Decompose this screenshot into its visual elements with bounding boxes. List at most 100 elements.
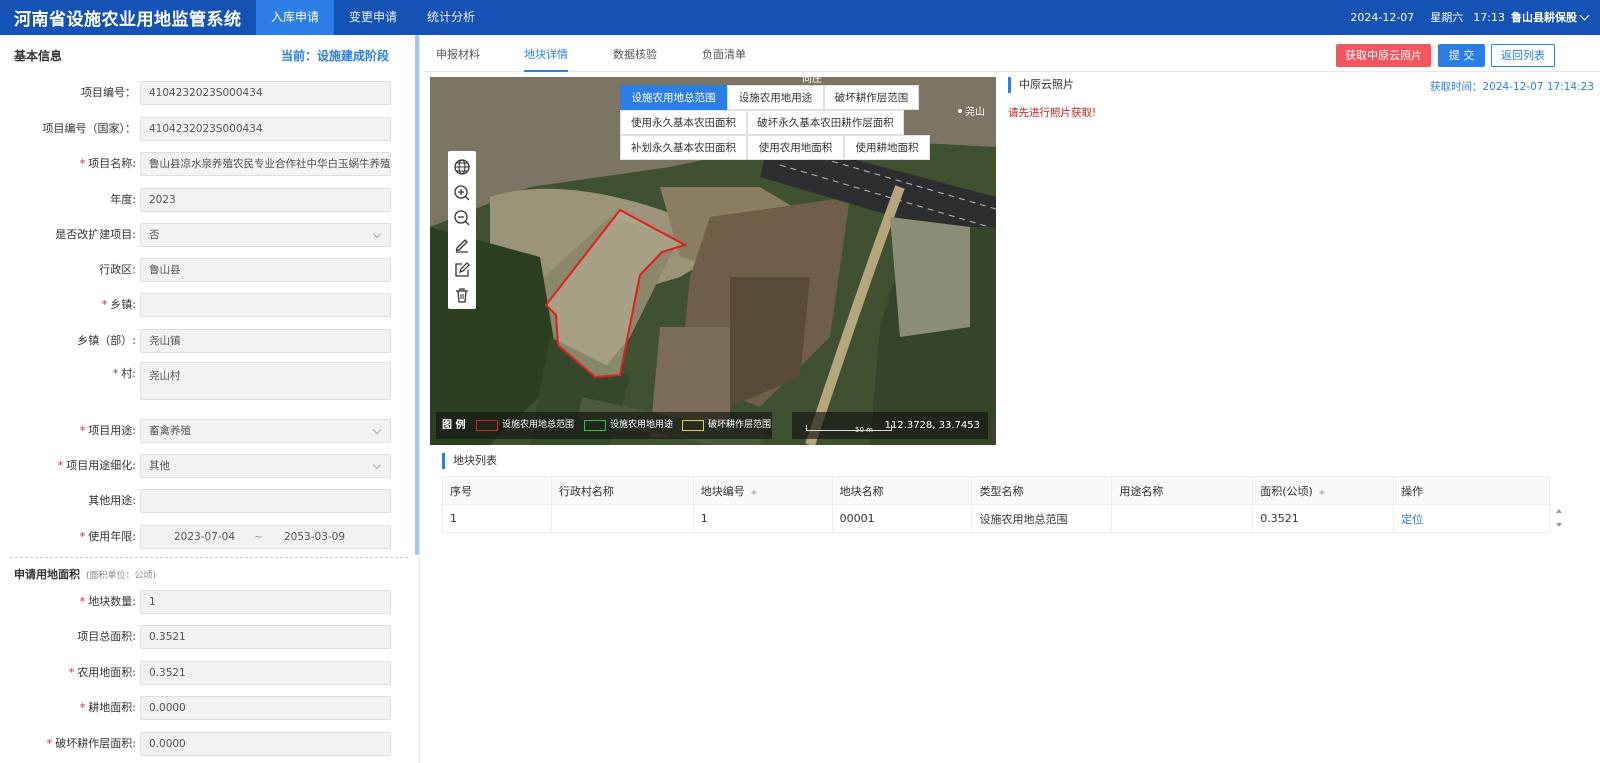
sort-icon[interactable] (750, 487, 757, 496)
layer-perm-farmland[interactable]: 使用永久基本农田面积 (620, 110, 747, 135)
parcel-count-input[interactable]: 1 (140, 590, 391, 614)
field-label: 年度: (110, 193, 136, 206)
zoom-in-icon[interactable] (452, 183, 472, 203)
edit-icon[interactable] (452, 260, 472, 280)
header-status: 2024-12-07 星期六 17:13 鲁山县耕保股 (1350, 0, 1590, 35)
total-area-input[interactable]: 0.3521 (140, 625, 391, 649)
tab-negative-list[interactable]: 负面清单 (702, 35, 746, 72)
legend-swatch-total (476, 420, 498, 431)
map-toolbar (448, 151, 476, 309)
year-input[interactable]: 2023 (140, 188, 391, 212)
legend-title: 图 例 (442, 420, 466, 431)
layer-use[interactable]: 设施农用地用途 (727, 85, 824, 110)
legend-label-total: 设施农用地总范围 (502, 420, 575, 430)
field-parcel-count: * 地块数量: 1 (0, 590, 419, 614)
damaged-area-input[interactable]: 0.0000 (140, 732, 391, 756)
layer-cultivated-area[interactable]: 使用耕地面积 (844, 135, 930, 160)
locate-link[interactable]: 定位 (1401, 513, 1423, 526)
globe-icon[interactable] (452, 157, 472, 177)
parcel-table: 序号 行政村名称 地块编号 地块名称 类型名称 用途名称 面积(公顷) 操作 1… (442, 476, 1550, 533)
field-total-area: 项目总面积: 0.3521 (0, 625, 419, 649)
table-scrollbar[interactable] (1554, 504, 1564, 532)
layer-damaged-range[interactable]: 破坏耕作层范围 (824, 85, 919, 110)
org-name: 鲁山县耕保股 (1511, 11, 1577, 24)
header-time: 17:13 (1473, 11, 1505, 24)
nav-tab-intake[interactable]: 入库申请 (256, 0, 335, 35)
col-header: 操作 (1393, 476, 1550, 505)
cell-code: 1 (693, 504, 833, 533)
trash-icon[interactable] (452, 285, 472, 305)
tab-parcel-detail[interactable]: 地块详情 (524, 35, 568, 72)
area-unit: (面积单位：公顷) (86, 571, 157, 581)
field-label: * 使用年限: (79, 530, 136, 543)
cell-name: 00001 (832, 504, 973, 533)
table-row: 1 1 00001 设施农用地总范围 0.3521 定位 (442, 504, 1550, 533)
fetch-photo-button[interactable]: 获取中原云照片 (1336, 44, 1431, 67)
field-purpose-detail: * 项目用途细化: 其他 (0, 454, 419, 478)
col-header-sortable[interactable]: 地块编号 (693, 476, 833, 505)
field-label: 项目总面积: (77, 630, 136, 643)
tab-materials[interactable]: 申报材料 (436, 35, 480, 72)
header-weekday: 星期六 (1430, 11, 1464, 24)
field-town-dept: 乡镇（部）: 尧山镇 (0, 329, 419, 353)
legend-label-use: 设施农用地用途 (610, 420, 674, 430)
tab-data-check[interactable]: 数据核验 (613, 35, 657, 72)
layer-perm-damaged[interactable]: 破坏永久基本农田耕作层面积 (747, 110, 904, 135)
content-tabs: 申报材料 地块详情 数据核验 负面清单 获取中原云照片 提 交 返回列表 (424, 35, 1600, 72)
field-label: * 乡镇: (101, 298, 136, 311)
field-damaged-area: * 破坏耕作层面积: 0.0000 (0, 732, 419, 756)
table-header-row: 序号 行政村名称 地块编号 地块名称 类型名称 用途名称 面积(公顷) 操作 (442, 476, 1550, 505)
agri-area-input[interactable]: 0.3521 (140, 661, 391, 685)
col-header: 行政村名称 (551, 476, 694, 505)
back-to-list-button[interactable]: 返回列表 (1491, 44, 1555, 67)
field-year: 年度: 2023 (0, 188, 419, 212)
town-input[interactable] (140, 293, 391, 317)
project-name-input[interactable]: 鲁山县凉水泉养殖农民专业合作社中华白玉蜗牛养殖 (140, 152, 391, 176)
field-national-no: 项目编号（国家）： 4104232023S000434 (0, 117, 419, 141)
map-legend: 图 例 设施农用地总范围 设施农用地用途 破坏耕作层范围 (436, 412, 772, 439)
sort-icon[interactable] (1318, 487, 1325, 496)
field-label: * 项目名称: (79, 157, 136, 170)
satellite-map[interactable]: 向庄 尧山 设施农用地总范围 设施农用地用途 破坏耕作层范围 使用永久基本农田面… (430, 77, 996, 445)
area-section-title: 申请用地面积 (面积单位：公顷) (14, 568, 157, 581)
nav-tab-stats[interactable]: 统计分析 (412, 0, 490, 35)
app-title: 河南省设施农业用地监管系统 (14, 10, 242, 30)
project-no-input[interactable]: 4104232023S000434 (140, 81, 391, 105)
cell-no: 1 (442, 504, 552, 533)
detail-panel: 申报材料 地块详情 数据核验 负面清单 获取中原云照片 提 交 返回列表 向庄 … (424, 35, 1600, 763)
district-input[interactable]: 鲁山县 (140, 258, 391, 282)
chevron-down-icon (1579, 10, 1590, 21)
pencil-icon[interactable] (452, 234, 472, 254)
basic-info-header: 基本信息 当前：设施建成阶段 (0, 35, 419, 77)
layer-agri-area[interactable]: 使用农用地面积 (747, 135, 844, 160)
photo-warning: 请先进行照片获取! (1008, 107, 1097, 119)
term-range-picker[interactable]: 2023-07-04 ~ 2053-03-09 (140, 525, 391, 549)
expansion-select[interactable]: 否 (140, 223, 391, 247)
other-use-input[interactable] (140, 489, 391, 513)
purpose-detail-select[interactable]: 其他 (140, 454, 391, 478)
col-header: 类型名称 (971, 476, 1113, 505)
top-bar: 河南省设施农业用地监管系统 入库申请 变更申请 统计分析 2024-12-07 … (0, 0, 1600, 35)
user-menu[interactable]: 鲁山县耕保股 (1511, 0, 1590, 35)
term-start: 2023-07-04 (174, 531, 236, 543)
legend-swatch-use (584, 420, 606, 431)
zoom-out-icon[interactable] (452, 208, 472, 228)
col-header: 用途名称 (1111, 476, 1254, 505)
cultivated-area-input[interactable]: 0.0000 (140, 696, 391, 720)
national-no-input[interactable]: 4104232023S000434 (140, 117, 391, 141)
field-village: * 村: 尧山村 (0, 362, 419, 400)
col-header-sortable[interactable]: 面积(公顷) (1252, 476, 1395, 505)
town-dept-input[interactable]: 尧山镇 (140, 329, 391, 353)
field-label: * 村: (112, 367, 136, 380)
field-project-name: * 项目名称: 鲁山县凉水泉养殖农民专业合作社中华白玉蜗牛养殖 (0, 152, 419, 176)
map-place-label: 向庄 (802, 77, 822, 85)
cell-use (1111, 504, 1254, 533)
layer-perm-supplement[interactable]: 补划永久基本农田面积 (620, 135, 747, 160)
village-textarea[interactable]: 尧山村 (140, 362, 391, 400)
field-label: * 破坏耕作层面积: (46, 737, 136, 750)
nav-tab-change[interactable]: 变更申请 (334, 0, 412, 35)
purpose-select[interactable]: 畜禽养殖 (140, 419, 391, 443)
layer-total-range[interactable]: 设施农用地总范围 (620, 85, 727, 110)
submit-button[interactable]: 提 交 (1438, 44, 1485, 67)
field-label: 项目编号（国家）： (42, 122, 137, 135)
